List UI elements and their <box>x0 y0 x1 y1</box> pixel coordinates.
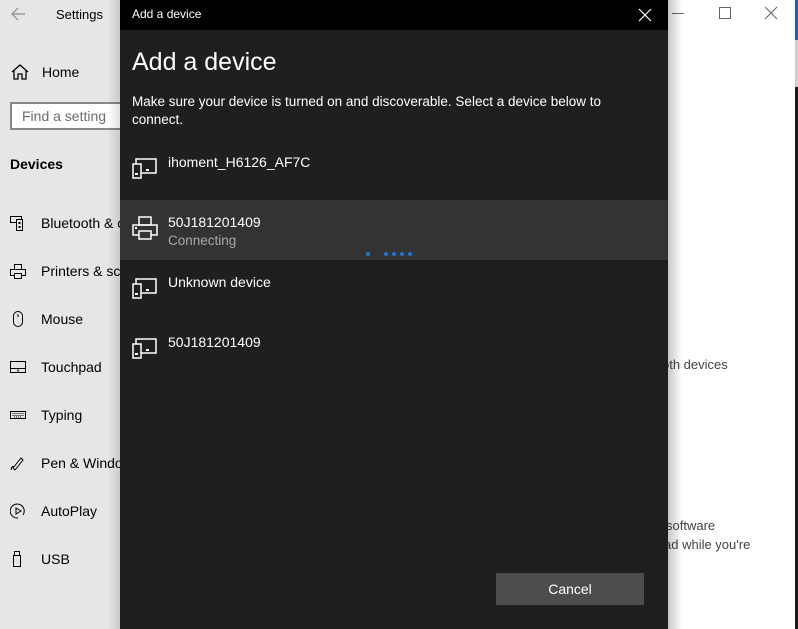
nav-label: USB <box>41 551 70 567</box>
dialog-shadow <box>108 0 120 629</box>
device-item-selected[interactable]: 50J181201409 Connecting <box>120 200 668 260</box>
progress-dot <box>392 252 396 256</box>
cancel-button[interactable]: Cancel <box>496 573 644 605</box>
dialog-heading: Add a device <box>132 48 277 76</box>
device-item[interactable]: ihoment_H6126_AF7C <box>120 140 668 200</box>
back-arrow-icon[interactable] <box>9 5 27 23</box>
progress-dot <box>408 252 412 256</box>
dialog-description: Make sure your device is turned on and d… <box>132 94 602 127</box>
device-name: 50J181201409 <box>168 214 261 230</box>
home-icon <box>10 62 30 82</box>
dialog-shadow <box>668 0 682 629</box>
progress-dot <box>366 252 370 256</box>
device-item[interactable]: 50J181201409 <box>120 320 668 380</box>
sidebar-item-printers[interactable]: Printers & scanners <box>0 259 120 283</box>
section-heading: Devices <box>10 156 63 172</box>
sidebar-item-autoplay[interactable]: AutoPlay <box>0 499 120 523</box>
keyboard-icon <box>10 407 26 423</box>
sidebar-item-typing[interactable]: Typing <box>0 403 120 427</box>
nav-label: Typing <box>41 407 83 423</box>
settings-title: Settings <box>56 7 103 22</box>
nav-label: Mouse <box>41 311 84 327</box>
progress-dot <box>384 252 388 256</box>
sidebar-item-home[interactable]: Home <box>10 60 79 84</box>
home-label: Home <box>42 64 80 80</box>
find-setting-input[interactable]: Find a setting <box>10 102 120 130</box>
device-name: Unknown device <box>168 274 271 290</box>
device-item[interactable]: Unknown device <box>120 260 668 320</box>
generic-device-icon <box>132 336 158 360</box>
mouse-icon <box>10 311 26 327</box>
add-device-dialog: Add a device Add a device Make sure your… <box>120 0 668 629</box>
progress-dot <box>400 252 404 256</box>
bluetooth-devices-icon <box>10 215 26 231</box>
device-name: ihoment_H6126_AF7C <box>168 154 311 170</box>
dialog-titlebar: Add a device <box>120 0 668 30</box>
sidebar-item-pen[interactable]: Pen & Windows Ink <box>0 451 120 475</box>
dialog-title: Add a device <box>132 7 202 21</box>
touchpad-icon <box>10 359 26 375</box>
nav-label: AutoPlay <box>41 503 98 519</box>
sidebar-item-touchpad[interactable]: Touchpad <box>0 355 120 379</box>
device-name: 50J181201409 <box>168 334 261 350</box>
pen-icon <box>10 455 26 471</box>
printer-icon <box>132 216 158 240</box>
usb-icon <box>10 551 26 567</box>
nav-label: Touchpad <box>41 359 102 375</box>
sidebar-item-mouse[interactable]: Mouse <box>0 307 120 331</box>
sidebar-item-usb[interactable]: USB <box>0 547 120 571</box>
close-window-icon[interactable] <box>763 5 779 21</box>
maximize-icon[interactable] <box>717 5 733 21</box>
printer-icon <box>10 263 26 279</box>
device-status: Connecting <box>168 233 237 248</box>
settings-sidebar: Settings Home Find a setting Devices Blu… <box>0 0 120 629</box>
autoplay-icon <box>9 503 26 519</box>
generic-device-icon <box>132 156 158 180</box>
sidebar-item-bluetooth[interactable]: Bluetooth & other devices <box>0 211 120 235</box>
close-icon[interactable] <box>636 6 654 24</box>
generic-device-icon <box>132 276 158 300</box>
